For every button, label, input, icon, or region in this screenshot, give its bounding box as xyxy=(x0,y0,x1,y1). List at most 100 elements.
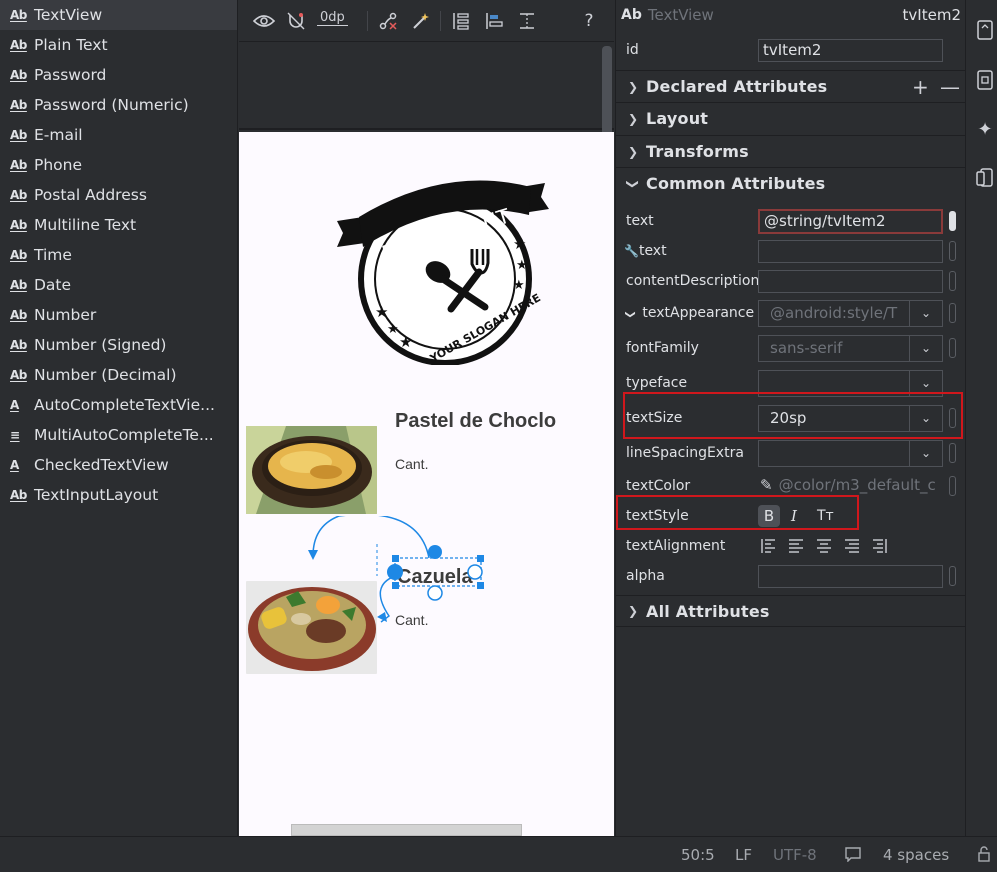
attr-label-text-color: textColor xyxy=(626,478,691,494)
palette-item[interactable]: Ab Password xyxy=(0,60,237,90)
text-resource-picker[interactable] xyxy=(949,211,956,231)
indent-setting[interactable]: 4 spaces xyxy=(883,846,949,864)
widget-type-icon: Ab xyxy=(10,158,27,172)
comment-icon[interactable] xyxy=(845,846,861,866)
right-tool-rail: ✦ xyxy=(965,0,997,836)
font-family-picker[interactable] xyxy=(949,338,956,358)
svg-text:★: ★ xyxy=(387,322,399,337)
palette-item[interactable]: A AutoCompleteTextVie... xyxy=(0,390,237,420)
palette-item[interactable]: Ab Password (Numeric) xyxy=(0,90,237,120)
palette-item[interactable]: Ab Phone xyxy=(0,150,237,180)
palette-item[interactable]: Ab Number (Signed) xyxy=(0,330,237,360)
palette-item[interactable]: Ab E-mail xyxy=(0,120,237,150)
palette-item[interactable]: Ab Plain Text xyxy=(0,30,237,60)
text-color-value: @color/m3_default_c xyxy=(778,475,936,494)
chevron-right-icon: ❯ xyxy=(628,79,639,94)
font-family-combo[interactable]: sans-serif ⌄ xyxy=(758,334,943,362)
palette-item-label: CheckedTextView xyxy=(34,456,169,474)
device-preview[interactable]: RESTAURANT ★ ★ ★ ★ ★ ★ YOUR SLOGAN HERE xyxy=(239,132,614,836)
text-appearance-picker[interactable] xyxy=(949,303,956,323)
section-label: Transforms xyxy=(646,142,749,161)
gemini-sparkle-icon[interactable]: ✦ xyxy=(975,119,995,140)
palette-item[interactable]: Ab Date xyxy=(0,270,237,300)
default-margin-value[interactable]: 0dp xyxy=(317,10,348,26)
widget-type-icon: ≡ xyxy=(10,428,20,442)
attr-row-content-description: contentDescription xyxy=(616,266,966,296)
attr-row-line-spacing: lineSpacingExtra ⌄ xyxy=(616,438,966,468)
widget-type-icon: Ab xyxy=(10,308,27,322)
palette-item[interactable]: Ab Postal Address xyxy=(0,180,237,210)
section-label: All Attributes xyxy=(646,601,770,621)
line-spacing-combo[interactable]: ⌄ xyxy=(758,439,943,467)
palette-item-label: Number (Decimal) xyxy=(34,366,177,384)
tools-text-input[interactable] xyxy=(758,239,943,263)
widget-type-icon: Ab xyxy=(10,128,27,142)
svg-text:★: ★ xyxy=(375,303,388,321)
palette-item[interactable]: Ab TextInputLayout xyxy=(0,480,237,510)
file-encoding[interactable]: UTF-8 xyxy=(773,846,817,864)
eyedropper-icon[interactable]: ✎ xyxy=(760,476,773,494)
id-input[interactable]: tvItem2 xyxy=(758,38,943,62)
palette-item[interactable]: ≡ MultiAutoCompleteTe... xyxy=(0,420,237,450)
palette-item[interactable]: Ab Time xyxy=(0,240,237,270)
section-all-attributes[interactable]: ❯ All Attributes xyxy=(616,595,966,627)
chevron-down-icon[interactable]: ⌄ xyxy=(909,335,942,361)
dish-title-1[interactable]: Pastel de Choclo xyxy=(395,410,556,433)
palette-item[interactable]: Ab TextView xyxy=(0,0,237,30)
section-common-attributes[interactable]: ❯ Common Attributes xyxy=(616,167,966,199)
status-bar: 50:5 LF UTF-8 4 spaces xyxy=(0,836,997,872)
chevron-down-icon[interactable]: ⌄ xyxy=(909,440,942,466)
attr-label-tools-text: 🔧text xyxy=(624,243,667,259)
content-description-input[interactable] xyxy=(758,269,943,293)
text-alignment-buttons[interactable] xyxy=(761,538,889,554)
dish-quantity-1[interactable]: Cant. xyxy=(395,456,428,472)
section-label: Declared Attributes xyxy=(646,77,828,96)
cursor-position[interactable]: 50:5 xyxy=(681,846,715,864)
chevron-down-icon[interactable]: ⌄ xyxy=(909,300,942,326)
text-appearance-label: textAppearance xyxy=(642,305,755,321)
widget-type-icon: Ab xyxy=(10,38,27,52)
tools-text-picker[interactable] xyxy=(949,241,956,261)
attr-label-content-description: contentDescription xyxy=(626,273,760,289)
content-description-picker[interactable] xyxy=(949,271,956,291)
line-ending[interactable]: LF xyxy=(735,846,752,864)
eye-icon[interactable] xyxy=(252,9,276,33)
palette-item[interactable]: A CheckedTextView xyxy=(0,450,237,480)
section-transforms[interactable]: ❯ Transforms xyxy=(616,135,966,167)
lock-icon[interactable] xyxy=(976,846,992,866)
design-canvas[interactable]: RESTAURANT ★ ★ ★ ★ ★ ★ YOUR SLOGAN HERE xyxy=(239,43,614,836)
chevron-down-icon[interactable]: ❯ xyxy=(625,310,636,318)
pack-icon[interactable] xyxy=(449,9,473,33)
help-icon[interactable]: ? xyxy=(577,9,601,33)
device-manager-icon[interactable] xyxy=(975,20,995,40)
palette-item[interactable]: Ab Number xyxy=(0,300,237,330)
clear-constraints-icon[interactable] xyxy=(376,9,400,33)
palette-item[interactable]: Ab Multiline Text xyxy=(0,210,237,240)
text-appearance-combo[interactable]: @android:style/T ⌄ xyxy=(758,299,943,327)
text-input[interactable]: @string/tvItem2 xyxy=(758,208,943,234)
horizontal-scrollbar[interactable] xyxy=(291,824,522,836)
device-mirroring-icon[interactable] xyxy=(975,168,995,188)
alpha-input[interactable] xyxy=(758,564,943,588)
guidelines-icon[interactable] xyxy=(515,9,539,33)
infer-constraints-icon[interactable] xyxy=(409,9,433,33)
remove-attribute-icon[interactable]: — xyxy=(940,75,960,99)
palette-item-label: Date xyxy=(34,276,72,294)
palette-item-label: TextInputLayout xyxy=(34,486,159,504)
text-color-picker[interactable] xyxy=(949,476,956,496)
selection-constraints-overlay[interactable] xyxy=(299,516,499,636)
textview-type-icon: Ab xyxy=(621,7,642,23)
running-devices-icon[interactable] xyxy=(975,70,995,90)
section-layout[interactable]: ❯ Layout xyxy=(616,102,966,134)
palette-item[interactable]: Ab Number (Decimal) xyxy=(0,360,237,390)
line-spacing-picker[interactable] xyxy=(949,443,956,463)
widget-type-icon: A xyxy=(10,458,19,472)
magnet-off-icon[interactable] xyxy=(284,9,308,33)
alpha-picker[interactable] xyxy=(949,566,956,586)
attr-label-text-appearance: ❯ textAppearance xyxy=(625,305,755,321)
add-attribute-icon[interactable]: + xyxy=(912,75,929,99)
palette-item-label: MultiAutoCompleteTe... xyxy=(34,426,214,444)
align-icon[interactable] xyxy=(482,9,506,33)
section-declared-attributes[interactable]: ❯ Declared Attributes + — xyxy=(616,70,966,102)
palette-item-label: Password xyxy=(34,66,107,84)
